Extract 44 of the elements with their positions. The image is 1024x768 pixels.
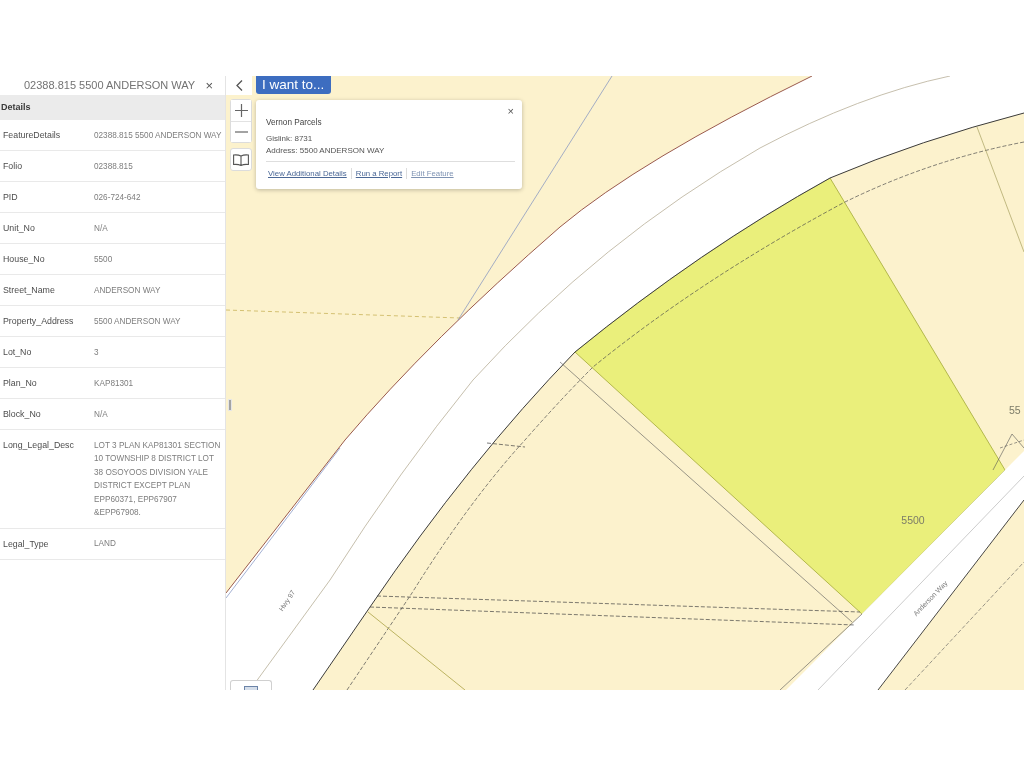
field-value: LAND	[94, 538, 117, 550]
field-value: 5500 ANDERSON WAY	[94, 315, 182, 328]
field-label: Legal_Type	[3, 537, 50, 551]
chevron-left-icon	[235, 80, 243, 91]
field-value: 02388.815	[94, 160, 134, 173]
close-button[interactable]: ×	[505, 105, 516, 118]
field-label: Folio	[3, 160, 24, 173]
popup-text: Gislink: 8731	[266, 133, 314, 145]
field-value: ANDERSON WAY	[94, 284, 162, 297]
bookmarks-button[interactable]	[230, 148, 252, 171]
map-widget-button[interactable]	[230, 680, 272, 690]
field-value: N/A	[94, 408, 109, 421]
section-title: Details	[1, 101, 31, 114]
popup-text: Address: 5500 ANDERSON WAY	[266, 144, 386, 156]
field-label: FeatureDetails	[3, 129, 62, 142]
field-value: 3	[94, 346, 100, 359]
field-value: 02388.815 5500 ANDERSON WAY	[94, 129, 223, 142]
field-label: Street_Name	[3, 284, 56, 297]
field-label: Unit_No	[3, 222, 36, 235]
field-label: Block_No	[3, 408, 42, 421]
parcel-number: 55	[1009, 404, 1021, 416]
field-label: Property_Address	[3, 315, 75, 328]
collapse-panel-button[interactable]	[226, 76, 252, 95]
close-button[interactable]: ×	[199, 77, 219, 94]
field-value: 026-724-642	[94, 191, 142, 204]
field-label: PID	[3, 191, 19, 204]
parcel-number: 5500	[901, 514, 925, 526]
lot-line	[992, 433, 1024, 471]
field-value: N/A	[94, 222, 109, 235]
field-value: LOT 3 PLAN KAP81301 SECTION 10 TOWNSHIP 8 DISTRICT LOT 38 OSOYOOS DIVISION YALE DISTRICT EXCEPT PLAN EPP60371, EPP67907 &EPP67908.	[94, 439, 222, 519]
field-label: Lot_No	[3, 346, 33, 359]
field-label: Plan_No	[3, 377, 38, 390]
easement-line	[486, 442, 526, 448]
minus-icon	[234, 131, 248, 133]
field-label: House_No	[3, 253, 46, 266]
menu-button[interactable]: I want to...	[256, 76, 332, 94]
field-value: 5500	[94, 253, 114, 266]
resize-handle[interactable]	[228, 399, 232, 411]
book-icon	[233, 153, 249, 166]
field-value: KAP81301	[94, 377, 135, 390]
panel-title: 02388.815 5500 ANDERSON WAY	[23, 78, 197, 93]
plus-icon	[234, 104, 248, 117]
field-label: Long_Legal_Desc	[3, 439, 75, 452]
popup-title: Vernon Parcels	[266, 117, 322, 128]
